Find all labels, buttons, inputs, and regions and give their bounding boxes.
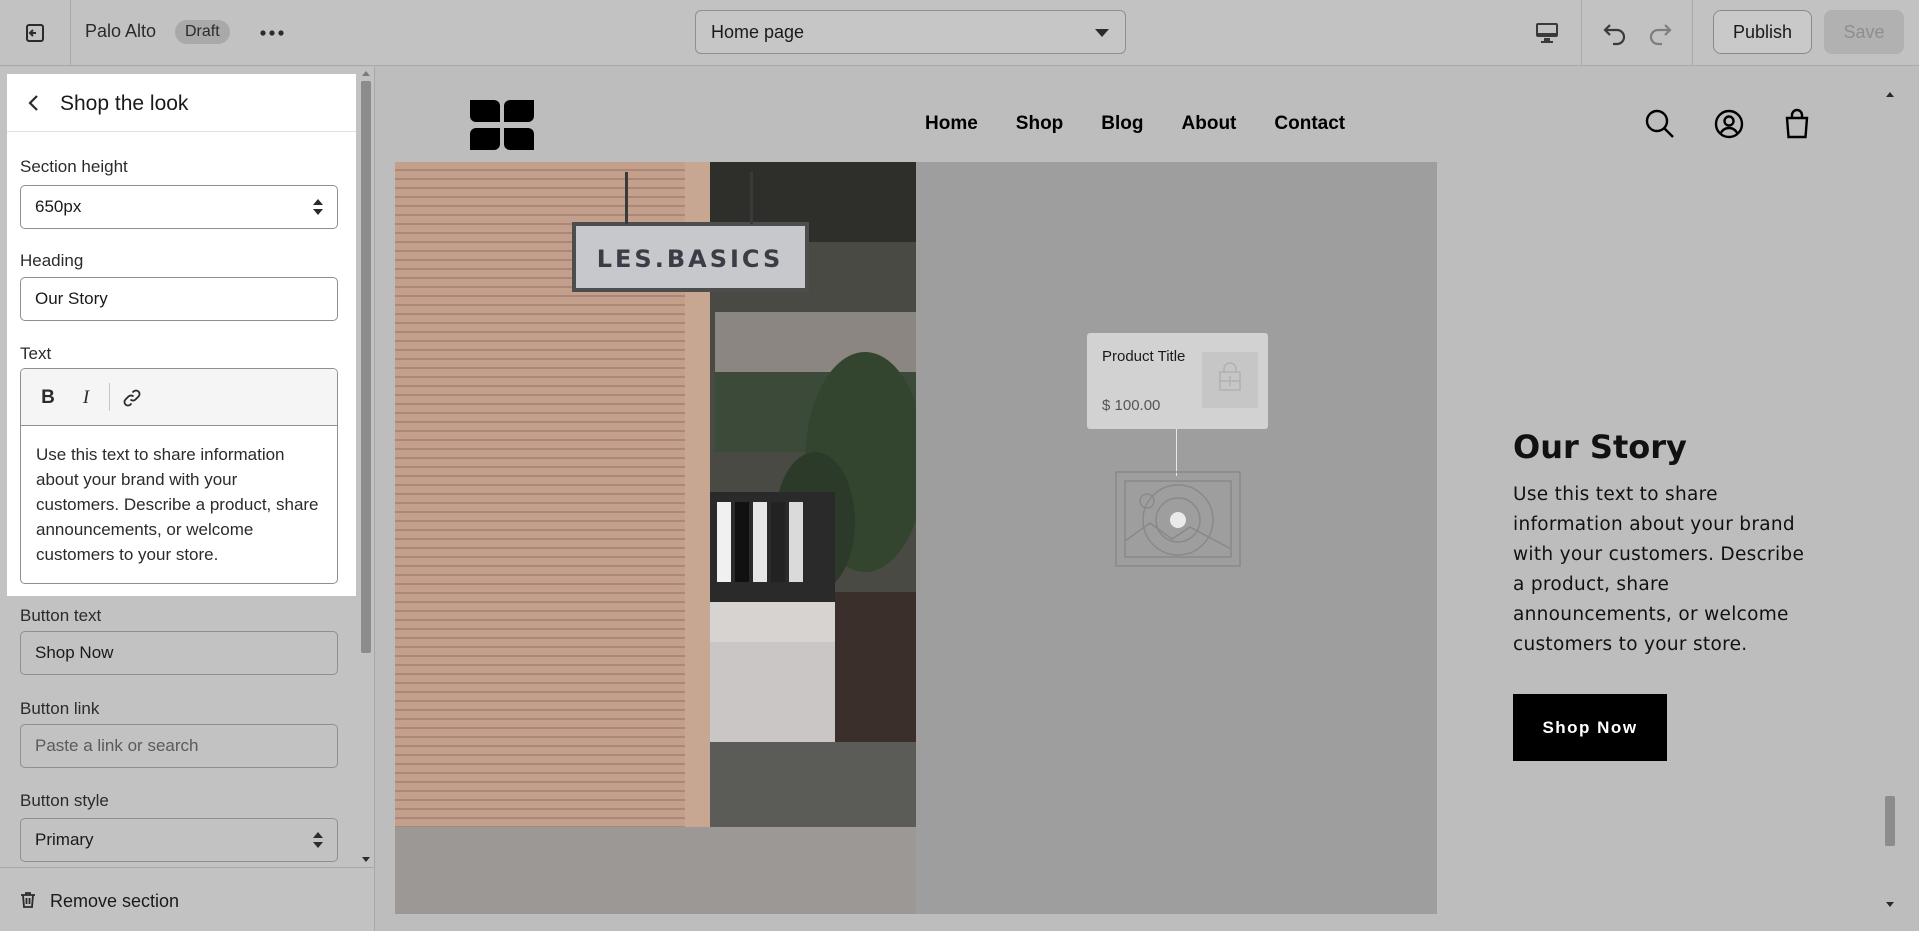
story-text: Use this text to share information about… (1513, 484, 1805, 655)
exit-button[interactable] (18, 17, 52, 49)
editor-toolbar: B I (21, 369, 337, 426)
italic-button[interactable]: I (71, 383, 101, 413)
product-card[interactable]: Product Title $ 100.00 (1087, 333, 1268, 429)
scroll-down-icon (1886, 902, 1894, 907)
heading-input-value: Our Story (35, 289, 108, 308)
scrollbar-thumb[interactable] (361, 81, 371, 653)
redo-icon (1649, 24, 1672, 46)
trash-icon (21, 892, 35, 908)
main-navigation: Home Shop Blog About Contact (925, 113, 1383, 135)
button-style-value: Primary (35, 830, 94, 849)
account-icon[interactable] (1713, 108, 1745, 140)
scroll-up-icon (1886, 92, 1894, 97)
back-button[interactable] (21, 90, 47, 116)
shop-now-button[interactable]: Shop Now (1513, 694, 1667, 761)
stepper-icon (313, 832, 323, 850)
button-style-select[interactable]: Primary (20, 818, 338, 862)
store-logo[interactable] (470, 100, 534, 150)
button-link-input[interactable]: Paste a link or search (20, 724, 338, 768)
scroll-down-icon (362, 857, 370, 862)
nav-link-about[interactable]: About (1182, 113, 1237, 135)
button-text-input[interactable]: Shop Now (20, 631, 338, 675)
status-badge: Draft (175, 20, 230, 44)
nav-link-contact[interactable]: Contact (1274, 113, 1345, 135)
heading-input[interactable]: Our Story (20, 277, 338, 321)
text-editor[interactable]: B I Use this text to share information a… (20, 368, 338, 584)
image-placeholder-icon (1115, 471, 1241, 567)
stepper-icon (313, 199, 323, 217)
store-preview: Home Shop Blog About Contact LES.BASICS … (395, 86, 1882, 914)
page-select[interactable]: Home page (695, 10, 1126, 54)
panel-header: Shop the look (7, 74, 356, 132)
divider (70, 0, 71, 66)
shop-sign-text: LES.BASICS (597, 245, 784, 273)
exit-icon (26, 24, 44, 42)
scroll-up-icon (362, 71, 370, 76)
back-arrow-icon (28, 95, 38, 111)
storefront-image: LES.BASICS (395, 162, 916, 914)
scrollbar-thumb[interactable] (1885, 796, 1895, 846)
product-placeholder-icon (1219, 362, 1241, 391)
bold-button[interactable]: B (33, 383, 63, 413)
section-settings-panel: Shop the look Section height 650px Headi… (0, 67, 375, 931)
product-price: $ 100.00 (1102, 397, 1161, 414)
section-height-value: 650px (35, 197, 82, 216)
button-text-value: Shop Now (35, 643, 114, 662)
section-height-label: Section height (20, 157, 128, 176)
more-actions-button[interactable] (257, 18, 287, 48)
product-thumbnail (1202, 352, 1258, 408)
link-icon (123, 389, 141, 407)
search-icon[interactable] (1644, 108, 1676, 140)
nav-link-home[interactable]: Home (925, 113, 978, 135)
story-block: Our Story Use this text to share informa… (1437, 162, 1882, 914)
preview-scrollbar[interactable] (1882, 86, 1898, 914)
panel-title: Shop the look (60, 92, 189, 115)
button-style-label: Button style (20, 791, 109, 810)
site-header: Home Shop Blog About Contact (395, 86, 1882, 162)
hotspot-connector (1176, 429, 1177, 476)
undo-button[interactable] (1598, 16, 1632, 50)
redo-button[interactable] (1643, 16, 1677, 50)
undo-icon (1603, 24, 1626, 46)
toolbar-divider (109, 383, 110, 411)
button-text-label: Button text (20, 606, 102, 625)
product-title: Product Title (1102, 348, 1186, 365)
more-icon (260, 30, 284, 36)
story-heading: Our Story (1513, 428, 1687, 466)
nav-link-shop[interactable]: Shop (1016, 113, 1064, 135)
top-bar: Palo Alto Draft Home page Publish Save (0, 0, 1919, 66)
text-editor-content[interactable]: Use this text to share information about… (21, 426, 337, 567)
button-link-placeholder: Paste a link or search (35, 736, 199, 755)
panel-scrollbar[interactable] (359, 67, 373, 867)
shopping-bag-icon[interactable] (1781, 108, 1813, 140)
remove-section-label: Remove section (50, 891, 180, 911)
publish-button[interactable]: Publish (1713, 10, 1812, 54)
heading-label: Heading (20, 251, 84, 270)
remove-section-button[interactable]: Remove section (0, 867, 374, 931)
store-name: Palo Alto (85, 21, 157, 41)
divider (1581, 0, 1582, 66)
nav-link-blog[interactable]: Blog (1101, 113, 1143, 135)
divider (1692, 0, 1693, 66)
button-link-label: Button link (20, 699, 100, 718)
desktop-view-button[interactable] (1530, 16, 1564, 50)
text-label: Text (20, 344, 52, 363)
desktop-icon (1536, 23, 1558, 43)
save-button[interactable]: Save (1824, 10, 1904, 54)
page-select-value: Home page (711, 21, 805, 42)
link-button[interactable] (117, 383, 147, 413)
chevron-down-icon (1095, 29, 1109, 37)
section-height-select[interactable]: 650px (20, 185, 338, 229)
